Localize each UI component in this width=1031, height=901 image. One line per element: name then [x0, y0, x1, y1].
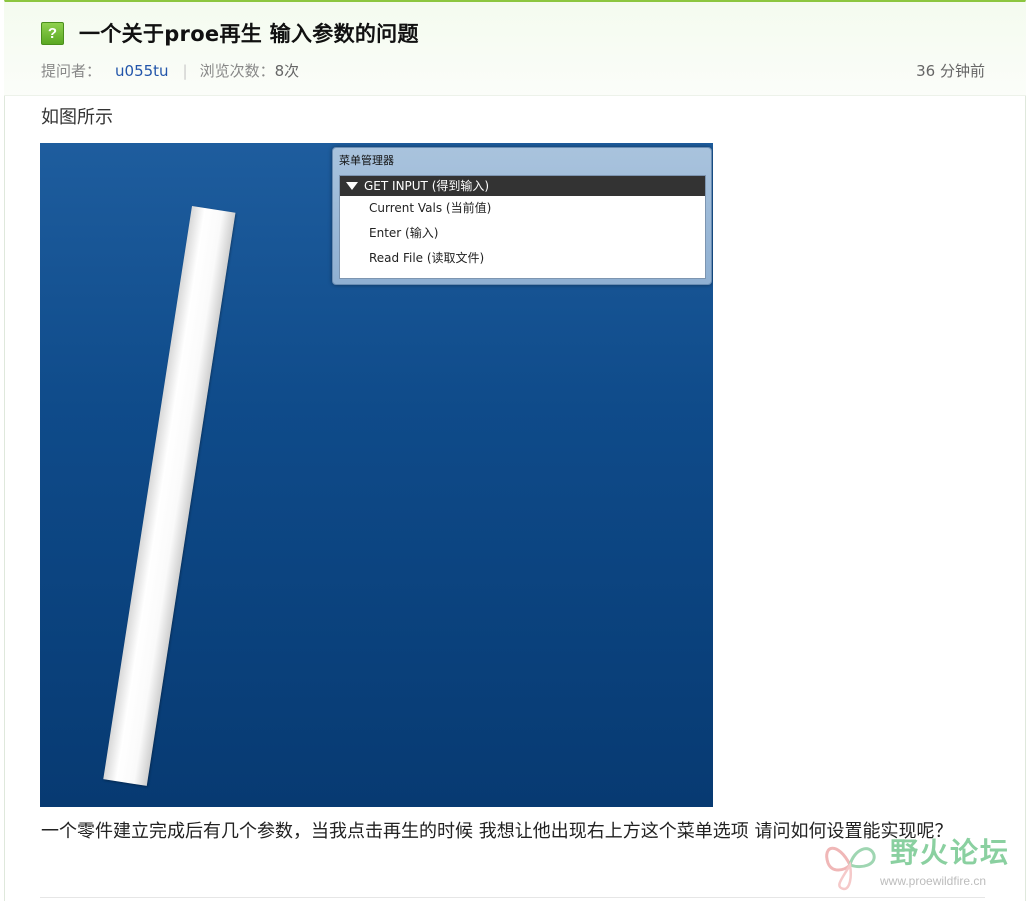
asker-label: 提问者：: [41, 62, 102, 80]
watermark-url: www.proewildfire.cn: [880, 874, 987, 888]
meta-separator: |: [182, 62, 188, 80]
question-title: 一个关于proe再生 输入参数的问题: [79, 22, 419, 46]
views-label: 浏览次数：: [199, 62, 275, 80]
question-mark-icon: ?: [41, 22, 64, 45]
menu-manager-body: GET INPUT (得到输入) Current Vals (当前值) Ente…: [339, 175, 706, 279]
site-watermark: 野火论坛 www.proewildfire.cn: [820, 833, 1020, 893]
divider: [40, 897, 985, 898]
watermark-text: 野火论坛: [890, 836, 1011, 869]
question-intro: 如图所示: [41, 107, 113, 128]
butterfly-logo-icon: [825, 846, 876, 891]
post-time: 36 分钟前: [916, 62, 985, 80]
menu-item-current-vals: Current Vals (当前值): [369, 201, 492, 215]
asker-name-link[interactable]: u055tu: [115, 62, 169, 80]
menu-item-enter: Enter (输入): [369, 226, 439, 240]
attached-screenshot[interactable]: 菜单管理器 GET INPUT (得到输入) Current Vals (当前值…: [40, 143, 713, 807]
menu-manager-window: 菜单管理器 GET INPUT (得到输入) Current Vals (当前值…: [332, 147, 712, 285]
views-count: 8次: [274, 62, 300, 80]
part-model-rod: [103, 206, 236, 786]
menu-header-label: GET INPUT (得到输入): [364, 179, 490, 193]
triangle-down-icon: [346, 181, 358, 190]
question-meta: 提问者： u055tu | 浏览次数：8次: [41, 60, 299, 82]
menu-manager-title: 菜单管理器: [339, 154, 394, 167]
menu-header-get-input: GET INPUT (得到输入): [340, 176, 705, 196]
menu-item-read-file: Read File (读取文件): [369, 251, 485, 265]
